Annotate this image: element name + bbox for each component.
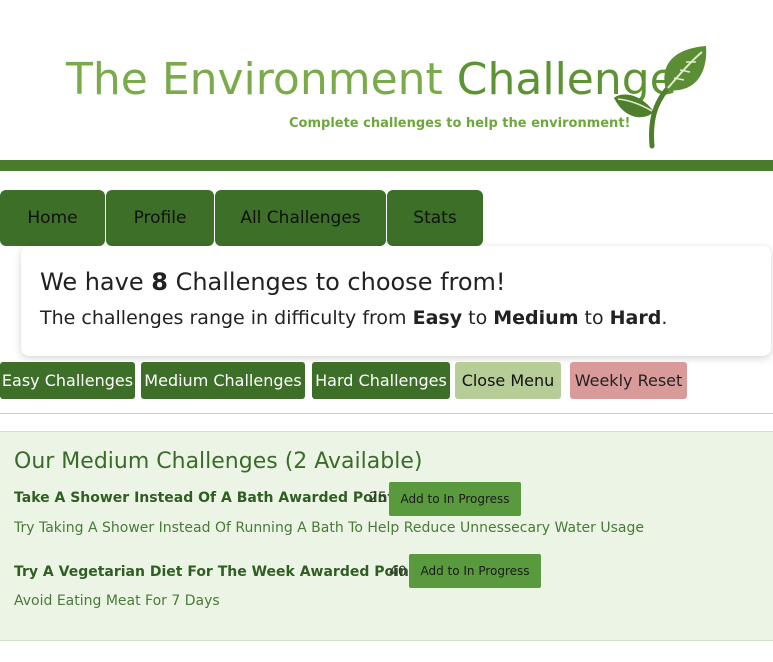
nav-all-challenges[interactable]: All Challenges [215,190,386,246]
hard-challenges-button[interactable]: Hard Challenges [312,362,450,399]
challenge-points: 25 [369,490,387,506]
info-subheading: The challenges range in difficulty from … [40,307,668,329]
leaf-icon [614,46,707,149]
site-title: The Environment Challenge [66,54,677,105]
header-divider-bar [0,160,773,171]
nav-profile[interactable]: Profile [106,190,214,246]
add-to-in-progress-button[interactable]: Add to In Progress [389,482,521,516]
section-divider [0,413,773,414]
medium-challenges-button[interactable]: Medium Challenges [141,362,305,399]
nav-stats[interactable]: Stats [387,190,483,246]
challenge-description: Avoid Eating Meat For 7 Days [14,593,220,609]
easy-challenges-button[interactable]: Easy Challenges [0,362,135,399]
panel-title: Our Medium Challenges (2 Available) [14,449,423,474]
challenge-info-card: We have 8 Challenges to choose from! The… [21,246,771,356]
challenge-description: Try Taking A Shower Instead Of Running A… [14,520,644,536]
challenge-points: 40 [389,564,407,580]
add-to-in-progress-button[interactable]: Add to In Progress [409,554,541,588]
close-menu-button[interactable]: Close Menu [455,362,561,399]
info-heading: We have 8 Challenges to choose from! [40,268,506,296]
nav-home[interactable]: Home [0,190,105,246]
site-header: The Environment Challenge Complete chall… [0,0,773,160]
medium-challenges-panel: Our Medium Challenges (2 Available) Take… [0,431,773,641]
challenge-title: Take A Shower Instead Of A Bath Awarded … [14,490,409,506]
main-nav: Home Profile All Challenges Stats [0,190,484,246]
challenge-title: Try A Vegetarian Diet For The Week Award… [14,564,430,580]
site-tagline: Complete challenges to help the environm… [289,116,631,131]
weekly-reset-button[interactable]: Weekly Reset [570,362,687,399]
